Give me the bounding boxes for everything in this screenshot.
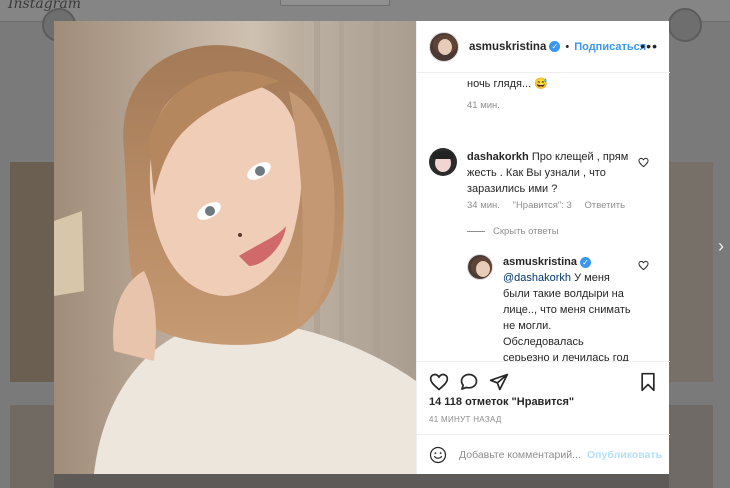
comments-list: ночь глядя... 😅 41 мин. dashakorkh Про к… xyxy=(417,73,670,361)
post-header: asmuskristina ✓ • Подписаться ••• xyxy=(417,21,670,73)
likes-count[interactable]: 14 118 отметок "Нравится" xyxy=(429,396,574,408)
reply-body: asmuskristina ✓ @dashakorkh У меня были т… xyxy=(503,254,633,361)
replies-line xyxy=(467,231,485,232)
comment-bubble-icon[interactable] xyxy=(459,372,479,392)
header-separator: • xyxy=(565,40,570,53)
post-photo[interactable] xyxy=(54,21,416,474)
commenter-username[interactable]: dashakorkh xyxy=(467,151,529,163)
hide-replies-label: Скрыть ответы xyxy=(493,226,559,237)
comment-like-heart-icon[interactable] xyxy=(638,157,649,168)
post-timestamp[interactable]: 41 МИНУТ НАЗАД xyxy=(429,415,502,424)
verified-badge-icon: ✓ xyxy=(549,41,561,52)
comment-body: dashakorkh Про клещей , прям жесть . Как… xyxy=(467,149,637,197)
reply-text: У меня были такие волдыри на лице.., что… xyxy=(503,272,631,361)
more-options-icon[interactable]: ••• xyxy=(640,39,658,53)
background-header: Instagram xyxy=(0,0,730,22)
comment-time[interactable]: 41 мин. xyxy=(467,100,500,111)
search-box xyxy=(280,0,390,6)
emoji-smile-icon[interactable] xyxy=(429,446,447,464)
post-actions: 14 118 отметок "Нравится" 41 МИНУТ НАЗАД… xyxy=(417,361,670,474)
comment-input[interactable]: Добавьте комментарий... xyxy=(459,449,585,461)
reply-mention-link[interactable]: @dashakorkh xyxy=(503,272,571,284)
author-avatar[interactable] xyxy=(429,31,459,62)
reply-author-avatar[interactable] xyxy=(467,254,493,280)
post-side-panel: asmuskristina ✓ • Подписаться ••• ночь г… xyxy=(416,21,670,474)
reply-like-heart-icon[interactable] xyxy=(638,260,649,271)
instagram-logo: Instagram xyxy=(8,0,81,12)
follow-button[interactable]: Подписаться xyxy=(574,41,646,53)
share-send-icon[interactable] xyxy=(489,372,509,392)
grid-tile xyxy=(10,405,54,488)
grid-tile xyxy=(54,474,669,488)
next-post-arrow-icon[interactable]: › xyxy=(718,236,730,256)
reply-author-username[interactable]: asmuskristina xyxy=(503,256,577,268)
add-comment-bar: Добавьте комментарий... Опубликовать xyxy=(417,434,670,475)
comment-likes[interactable]: "Нравится": 3 xyxy=(513,200,572,211)
save-bookmark-icon[interactable] xyxy=(639,372,657,392)
commenter-avatar[interactable] xyxy=(429,148,457,176)
comment-time[interactable]: 34 мин. xyxy=(467,200,500,211)
comment-meta: 41 мин. xyxy=(467,100,510,111)
portrait-illustration xyxy=(54,21,416,474)
hide-replies-toggle[interactable]: Скрыть ответы xyxy=(467,226,559,237)
grid-tile xyxy=(10,162,54,382)
comment-text: ночь глядя... 😅 xyxy=(467,78,548,90)
post-modal: asmuskristina ✓ • Подписаться ••• ночь г… xyxy=(54,21,670,474)
author-username[interactable]: asmuskristina xyxy=(469,41,546,53)
reply-button[interactable]: Ответить xyxy=(584,200,625,211)
like-heart-icon[interactable] xyxy=(429,372,449,392)
grid-tile xyxy=(669,162,713,382)
comment-meta: 34 мин. "Нравится": 3 Ответить xyxy=(467,200,635,211)
verified-badge-icon: ✓ xyxy=(579,257,591,268)
publish-button[interactable]: Опубликовать xyxy=(587,449,662,461)
grid-tile xyxy=(669,405,713,488)
story-avatar xyxy=(668,8,702,42)
